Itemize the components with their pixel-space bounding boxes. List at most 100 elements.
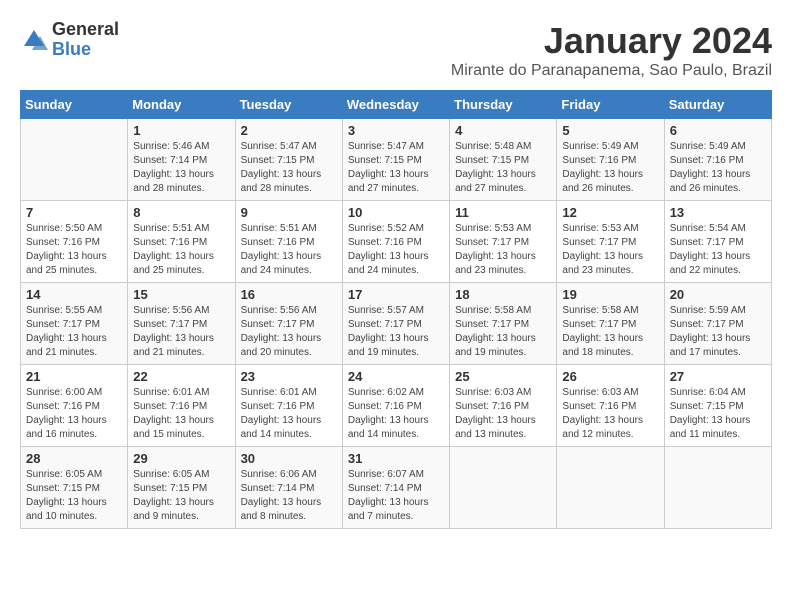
day-info: Sunrise: 6:01 AMSunset: 7:16 PMDaylight:…	[133, 386, 229, 442]
calendar-cell: 20 Sunrise: 5:59 AMSunset: 7:17 PMDayligh…	[664, 283, 771, 365]
day-info: Sunrise: 5:52 AMSunset: 7:16 PMDaylight:…	[348, 222, 444, 278]
day-number: 3	[348, 123, 444, 138]
column-header-sunday: Sunday	[21, 91, 128, 119]
day-info: Sunrise: 6:05 AMSunset: 7:15 PMDaylight:…	[26, 468, 122, 524]
logo: General Blue	[20, 20, 119, 60]
day-info: Sunrise: 5:57 AMSunset: 7:17 PMDaylight:…	[348, 304, 444, 360]
calendar-cell: 6 Sunrise: 5:49 AMSunset: 7:16 PMDaylight…	[664, 119, 771, 201]
day-info: Sunrise: 6:03 AMSunset: 7:16 PMDaylight:…	[562, 386, 658, 442]
logo-text: General Blue	[52, 20, 119, 60]
day-info: Sunrise: 6:02 AMSunset: 7:16 PMDaylight:…	[348, 386, 444, 442]
calendar-week-row: 14Sunrise: 5:55 AMSunset: 7:17 PMDayligh…	[21, 283, 772, 365]
day-info: Sunrise: 5:47 AMSunset: 7:15 PMDaylight:…	[241, 140, 337, 196]
calendar-cell: 15 Sunrise: 5:56 AMSunset: 7:17 PMDayligh…	[128, 283, 235, 365]
day-number: 21	[26, 369, 122, 384]
calendar-cell: 16 Sunrise: 5:56 AMSunset: 7:17 PMDayligh…	[235, 283, 342, 365]
calendar-cell: 4 Sunrise: 5:48 AMSunset: 7:15 PMDaylight…	[450, 119, 557, 201]
calendar-cell	[450, 447, 557, 529]
day-number: 5	[562, 123, 658, 138]
day-number: 22	[133, 369, 229, 384]
day-number: 26	[562, 369, 658, 384]
day-number: 6	[670, 123, 766, 138]
calendar-cell: 21 Sunrise: 6:00 AMSunset: 7:16 PMDayligh…	[21, 365, 128, 447]
day-info: Sunrise: 5:58 AMSunset: 7:17 PMDaylight:…	[562, 304, 658, 360]
day-info: Sunrise: 6:00 AMSunset: 7:16 PMDaylight:…	[26, 386, 122, 442]
day-number: 13	[670, 205, 766, 220]
calendar-cell: 7 Sunrise: 5:50 AMSunset: 7:16 PMDaylight…	[21, 201, 128, 283]
calendar-cell: 10 Sunrise: 5:52 AMSunset: 7:16 PMDayligh…	[342, 201, 449, 283]
calendar-cell	[21, 119, 128, 201]
day-number: 10	[348, 205, 444, 220]
calendar-table: SundayMondayTuesdayWednesdayThursdayFrid…	[20, 90, 772, 529]
day-info: Sunrise: 6:03 AMSunset: 7:16 PMDaylight:…	[455, 386, 551, 442]
day-number: 9	[241, 205, 337, 220]
logo-general-text: General	[52, 20, 119, 40]
calendar-cell: 28Sunrise: 6:05 AMSunset: 7:15 PMDayligh…	[21, 447, 128, 529]
calendar-cell: 12 Sunrise: 5:53 AMSunset: 7:17 PMDayligh…	[557, 201, 664, 283]
header-section: General Blue January 2024 Mirante do Par…	[20, 20, 772, 80]
day-number: 25	[455, 369, 551, 384]
day-number: 20	[670, 287, 766, 302]
calendar-cell: 22 Sunrise: 6:01 AMSunset: 7:16 PMDayligh…	[128, 365, 235, 447]
day-info: Sunrise: 6:07 AMSunset: 7:14 PMDaylight:…	[348, 468, 444, 524]
day-info: Sunrise: 5:49 AMSunset: 7:16 PMDaylight:…	[670, 140, 766, 196]
calendar-cell: 30 Sunrise: 6:06 AMSunset: 7:14 PMDayligh…	[235, 447, 342, 529]
day-number: 30	[241, 451, 337, 466]
day-info: Sunrise: 5:46 AMSunset: 7:14 PMDaylight:…	[133, 140, 229, 196]
day-number: 4	[455, 123, 551, 138]
calendar-cell: 11 Sunrise: 5:53 AMSunset: 7:17 PMDayligh…	[450, 201, 557, 283]
column-header-saturday: Saturday	[664, 91, 771, 119]
calendar-cell: 19Sunrise: 5:58 AMSunset: 7:17 PMDayligh…	[557, 283, 664, 365]
calendar-cell: 5 Sunrise: 5:49 AMSunset: 7:16 PMDaylight…	[557, 119, 664, 201]
calendar-cell: 3 Sunrise: 5:47 AMSunset: 7:15 PMDaylight…	[342, 119, 449, 201]
day-number: 7	[26, 205, 122, 220]
column-header-wednesday: Wednesday	[342, 91, 449, 119]
day-info: Sunrise: 5:53 AMSunset: 7:17 PMDaylight:…	[562, 222, 658, 278]
day-info: Sunrise: 5:58 AMSunset: 7:17 PMDaylight:…	[455, 304, 551, 360]
calendar-cell	[557, 447, 664, 529]
day-number: 2	[241, 123, 337, 138]
day-info: Sunrise: 5:53 AMSunset: 7:17 PMDaylight:…	[455, 222, 551, 278]
column-header-monday: Monday	[128, 91, 235, 119]
calendar-cell: 17Sunrise: 5:57 AMSunset: 7:17 PMDayligh…	[342, 283, 449, 365]
day-info: Sunrise: 5:55 AMSunset: 7:17 PMDaylight:…	[26, 304, 122, 360]
day-number: 15	[133, 287, 229, 302]
day-info: Sunrise: 5:51 AMSunset: 7:16 PMDaylight:…	[241, 222, 337, 278]
column-header-thursday: Thursday	[450, 91, 557, 119]
day-number: 29	[133, 451, 229, 466]
day-info: Sunrise: 5:50 AMSunset: 7:16 PMDaylight:…	[26, 222, 122, 278]
calendar-cell: 13 Sunrise: 5:54 AMSunset: 7:17 PMDayligh…	[664, 201, 771, 283]
day-number: 12	[562, 205, 658, 220]
day-number: 18	[455, 287, 551, 302]
calendar-cell	[664, 447, 771, 529]
day-info: Sunrise: 5:49 AMSunset: 7:16 PMDaylight:…	[562, 140, 658, 196]
calendar-cell: 18 Sunrise: 5:58 AMSunset: 7:17 PMDayligh…	[450, 283, 557, 365]
calendar-cell: 8Sunrise: 5:51 AMSunset: 7:16 PMDaylight…	[128, 201, 235, 283]
calendar-header-row: SundayMondayTuesdayWednesdayThursdayFrid…	[21, 91, 772, 119]
day-number: 31	[348, 451, 444, 466]
day-number: 16	[241, 287, 337, 302]
day-info: Sunrise: 6:04 AMSunset: 7:15 PMDaylight:…	[670, 386, 766, 442]
location-subtitle: Mirante do Paranapanema, Sao Paulo, Braz…	[451, 62, 772, 80]
day-info: Sunrise: 5:51 AMSunset: 7:16 PMDaylight:…	[133, 222, 229, 278]
day-number: 11	[455, 205, 551, 220]
day-number: 27	[670, 369, 766, 384]
calendar-cell: 1Sunrise: 5:46 AMSunset: 7:14 PMDaylight…	[128, 119, 235, 201]
day-info: Sunrise: 5:56 AMSunset: 7:17 PMDaylight:…	[133, 304, 229, 360]
day-info: Sunrise: 5:47 AMSunset: 7:15 PMDaylight:…	[348, 140, 444, 196]
day-info: Sunrise: 5:48 AMSunset: 7:15 PMDaylight:…	[455, 140, 551, 196]
day-info: Sunrise: 5:59 AMSunset: 7:17 PMDaylight:…	[670, 304, 766, 360]
day-info: Sunrise: 6:01 AMSunset: 7:16 PMDaylight:…	[241, 386, 337, 442]
day-info: Sunrise: 5:54 AMSunset: 7:17 PMDaylight:…	[670, 222, 766, 278]
column-header-friday: Friday	[557, 91, 664, 119]
calendar-cell: 27 Sunrise: 6:04 AMSunset: 7:15 PMDayligh…	[664, 365, 771, 447]
day-info: Sunrise: 6:06 AMSunset: 7:14 PMDaylight:…	[241, 468, 337, 524]
calendar-cell: 14Sunrise: 5:55 AMSunset: 7:17 PMDayligh…	[21, 283, 128, 365]
day-number: 24	[348, 369, 444, 384]
calendar-cell: 26 Sunrise: 6:03 AMSunset: 7:16 PMDayligh…	[557, 365, 664, 447]
day-info: Sunrise: 5:56 AMSunset: 7:17 PMDaylight:…	[241, 304, 337, 360]
month-title: January 2024	[451, 20, 772, 62]
calendar-week-row: 28Sunrise: 6:05 AMSunset: 7:15 PMDayligh…	[21, 447, 772, 529]
title-section: January 2024 Mirante do Paranapanema, Sa…	[451, 20, 772, 80]
logo-blue-text: Blue	[52, 40, 119, 60]
